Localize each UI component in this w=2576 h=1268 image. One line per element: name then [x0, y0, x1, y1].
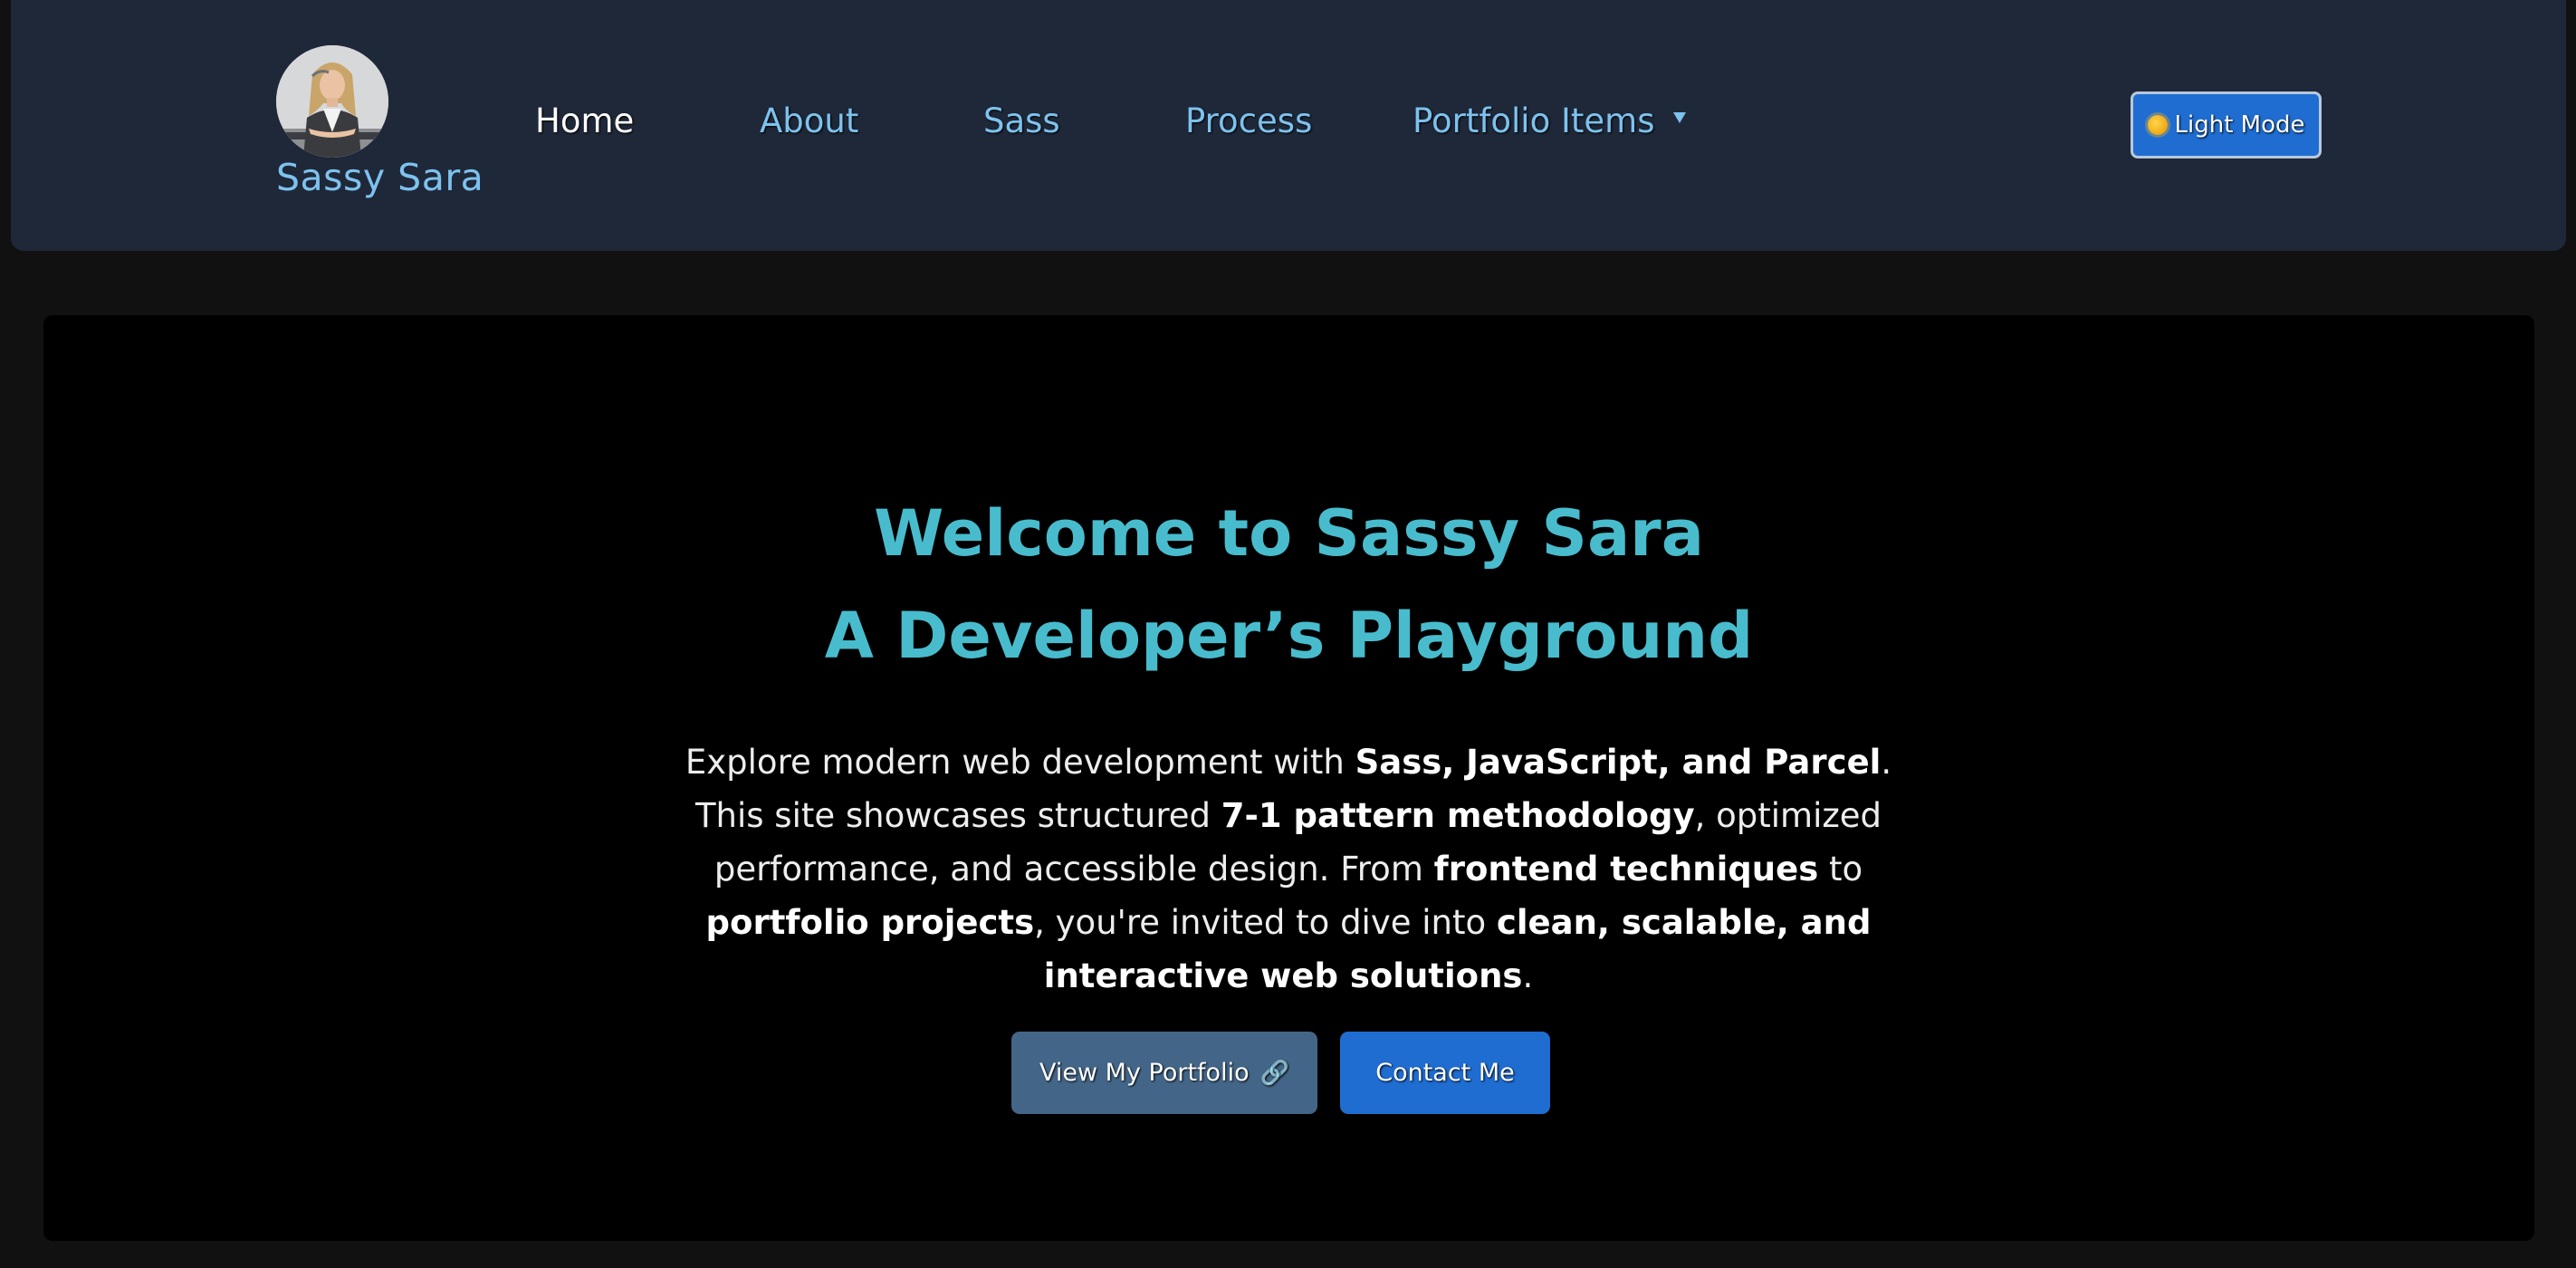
intro-bold-1: Sass, JavaScript, and Parcel [1355, 743, 1882, 782]
link-icon: 🔗 [1259, 1059, 1289, 1087]
nav-about[interactable]: About [760, 101, 858, 140]
intro-bold-2: 7-1 pattern methodology [1221, 796, 1695, 835]
nav-portfolio-items[interactable]: Portfolio Items [1412, 101, 1654, 140]
profile-photo-icon [276, 45, 388, 158]
contact-me-button[interactable]: Contact Me [1340, 1032, 1550, 1114]
intro-text-1: Explore modern web development with [685, 743, 1355, 782]
intro-text-5: , you're invited to dive into [1034, 903, 1497, 942]
avatar [276, 45, 388, 158]
light-mode-label: Light Mode [2174, 111, 2305, 139]
hero-intro: Explore modern web development with Sass… [655, 735, 1922, 1003]
navbar: Sassy Sara Home About Sass Process Portf… [11, 0, 2566, 251]
nav-home[interactable]: Home [535, 101, 634, 140]
contact-me-label: Contact Me [1375, 1059, 1515, 1087]
light-mode-button[interactable]: Light Mode [2131, 91, 2322, 158]
brand-link[interactable]: Sassy Sara [265, 45, 501, 208]
hero-section: Welcome to Sassy Sara A Developer’s Play… [43, 315, 2534, 1241]
intro-text-4: to [1818, 850, 1863, 889]
intro-bold-4: portfolio projects [705, 903, 1035, 942]
view-portfolio-button[interactable]: View My Portfolio 🔗 [1011, 1032, 1317, 1114]
hero-title-line1: Welcome to Sassy Sara [874, 496, 1704, 571]
nav-sass[interactable]: Sass [983, 101, 1060, 140]
brand-name: Sassy Sara [276, 156, 484, 199]
intro-bold-3: frontend techniques [1433, 850, 1819, 889]
chevron-down-icon[interactable] [1673, 112, 1686, 123]
hero-title-line2: A Developer’s Playground [824, 599, 1754, 673]
nav-process[interactable]: Process [1185, 101, 1312, 140]
view-portfolio-label: View My Portfolio [1039, 1059, 1250, 1087]
intro-text-6: . [1522, 956, 1534, 995]
sun-icon [2147, 115, 2168, 135]
